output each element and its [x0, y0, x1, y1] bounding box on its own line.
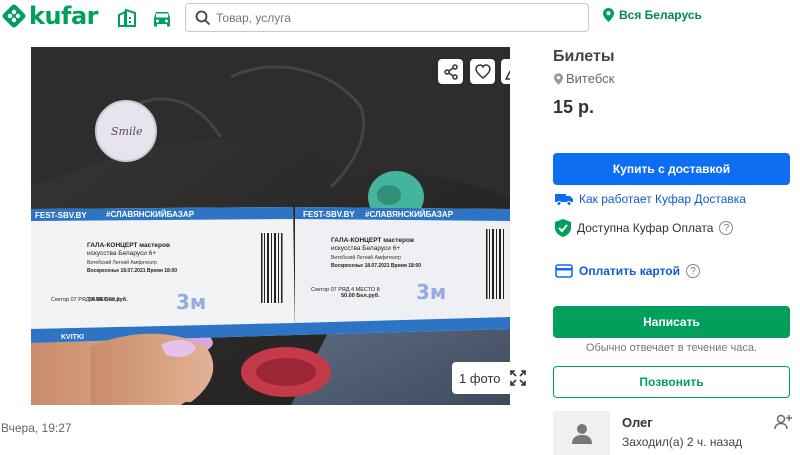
- svg-text:ГАЛА-КОНЦЕРТ мастеров: ГАЛА-КОНЦЕРТ мастеров: [331, 237, 414, 244]
- write-message-button[interactable]: Написать: [553, 306, 790, 338]
- logo-text: kufar: [29, 2, 99, 30]
- building-icon[interactable]: [117, 9, 137, 27]
- ticket-header-right: #СЛАВЯНСКИЙБАЗАР: [106, 210, 195, 219]
- listing-price: 15 р.: [553, 97, 595, 117]
- svg-text:искусства Беларуси 6+: искусства Беларуси 6+: [331, 245, 400, 252]
- svg-text:Воскресенье 18.07.2021 Время: Воскресенье 18.07.2021 Время 18:00: [331, 263, 421, 269]
- report-button[interactable]: [501, 59, 510, 84]
- pay-by-card-label[interactable]: Оплатить картой: [579, 264, 680, 278]
- listing-title: Билеты: [553, 48, 615, 65]
- top-header: kufar Вся Беларусь: [0, 0, 800, 36]
- reply-time-note: Обычно отвечает в течение часа.: [585, 342, 758, 354]
- location-pin-icon: [603, 8, 614, 22]
- photo-count-label: 1 фото: [459, 370, 501, 386]
- add-user-icon[interactable]: [774, 414, 792, 430]
- photo-count-button[interactable]: 1 фото: [452, 362, 527, 394]
- region-label: Вся Беларусь: [619, 8, 702, 22]
- listing-photo[interactable]: Smile FEST-SBV.BY #СЛАВЯНСКИЙБАЗАР ГАЛА-…: [31, 47, 510, 405]
- city-label: Витебск: [566, 71, 615, 86]
- kufar-pay-info: Доступна Куфар Оплата ?: [555, 219, 734, 237]
- svg-text:3м: 3м: [176, 290, 206, 314]
- location-pin-icon: [554, 72, 563, 85]
- svg-text:Витебский Летний Амфитеатр: Витебский Летний Амфитеатр: [331, 254, 401, 261]
- posted-time: Вчера, 19:27: [1, 421, 72, 435]
- ticket-title: ГАЛА-КОНЦЕРТ мастеров: [87, 242, 170, 249]
- share-icon: [443, 63, 458, 80]
- ticket-left: FEST-SBV.BY #СЛАВЯНСКИЙБАЗАР ГАЛА-КОНЦЕР…: [31, 207, 295, 343]
- share-button[interactable]: [438, 59, 463, 84]
- svg-text:#СЛАВЯНСКИЙБАЗАР: #СЛАВЯНСКИЙБАЗАР: [365, 210, 454, 219]
- kufar-logo-icon: [2, 4, 26, 28]
- svg-text:FEST-SBV.BY: FEST-SBV.BY: [303, 210, 355, 219]
- pay-by-card-help-icon[interactable]: ?: [686, 264, 700, 278]
- search-icon[interactable]: [195, 10, 211, 26]
- shield-check-icon: [555, 219, 571, 237]
- ticket-header-left: FEST-SBV.BY: [35, 211, 87, 220]
- heart-icon: [474, 64, 491, 79]
- kufar-logo[interactable]: kufar: [2, 2, 99, 30]
- ticket-brand: KVITKI: [61, 334, 84, 341]
- photo-gallery[interactable]: Smile FEST-SBV.BY #СЛАВЯНСКИЙБАЗАР ГАЛА-…: [31, 47, 510, 405]
- seller-last-seen: Заходил(а) 2 ч. назад: [622, 435, 743, 449]
- ticket-venue: Витебский Летний Амфитеатр: [87, 259, 157, 266]
- kufar-pay-help-icon[interactable]: ?: [719, 221, 734, 235]
- search-box[interactable]: [185, 3, 589, 32]
- buy-with-delivery-button[interactable]: Купить с доставкой: [553, 153, 790, 185]
- delivery-info-label[interactable]: Как работает Куфар Доставка: [579, 192, 746, 206]
- ticket-price: 50.00 Бел.руб.: [89, 296, 128, 303]
- kufar-pay-label: Доступна Куфар Оплата: [577, 221, 714, 235]
- call-button[interactable]: Позвонить: [553, 366, 790, 398]
- ticket-right: FEST-SBV.BY #СЛАВЯНСКИЙБАЗАР ГАЛА-КОНЦЕР…: [295, 207, 510, 335]
- search-input[interactable]: [216, 8, 576, 28]
- seller-name[interactable]: Олег: [622, 415, 653, 430]
- svg-text:3м: 3м: [416, 280, 446, 304]
- pay-by-card-link[interactable]: Оплатить картой ?: [555, 264, 700, 278]
- ticket-subtitle: искусства Беларуси 6+: [87, 250, 156, 257]
- favorite-button[interactable]: [470, 59, 495, 84]
- card-icon: [555, 264, 573, 278]
- region-selector[interactable]: Вся Беларусь: [603, 8, 702, 22]
- expand-icon: [509, 370, 526, 386]
- listing-city: Витебск: [554, 71, 614, 86]
- ticket-date: Воскресенье 18.07.2021 Время 18:00: [87, 268, 177, 274]
- truck-icon: [555, 194, 573, 206]
- svg-text:50.00 Бел.руб.: 50.00 Бел.руб.: [341, 292, 380, 299]
- warning-icon: [505, 69, 510, 80]
- pin-text: Smile: [111, 125, 143, 138]
- car-icon[interactable]: [151, 9, 173, 27]
- seller-avatar[interactable]: [553, 411, 610, 455]
- delivery-info-link[interactable]: Как работает Куфар Доставка: [555, 192, 746, 206]
- user-icon: [571, 424, 592, 444]
